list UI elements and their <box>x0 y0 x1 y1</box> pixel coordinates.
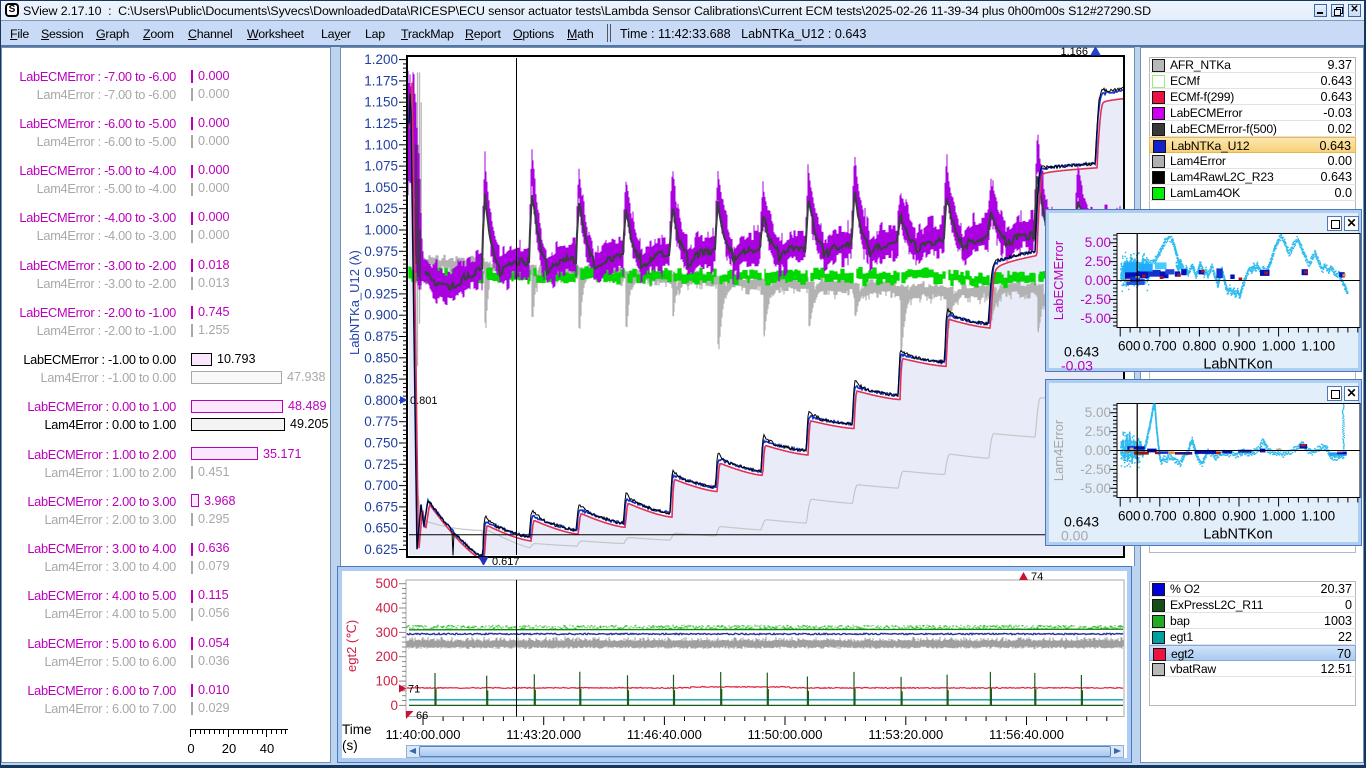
svg-text:0.00: 0.00 <box>1085 443 1111 458</box>
svg-text:0.875: 0.875 <box>364 329 398 344</box>
svg-text:-2.50: -2.50 <box>1080 292 1111 307</box>
svg-text:1.075: 1.075 <box>364 159 398 174</box>
svg-text:0.950: 0.950 <box>364 265 398 280</box>
svg-text:-2.50: -2.50 <box>1080 462 1111 477</box>
svg-text:0.801: 0.801 <box>410 395 438 407</box>
svg-text:1.000: 1.000 <box>364 223 398 238</box>
svg-text:0.650: 0.650 <box>364 521 398 536</box>
svg-text:71: 71 <box>408 684 420 696</box>
svg-text:1.000: 1.000 <box>1262 509 1296 524</box>
svg-text:11:43:20.000: 11:43:20.000 <box>506 727 581 742</box>
svg-text:1.025: 1.025 <box>364 201 398 216</box>
svg-text:5.00: 5.00 <box>1085 235 1111 250</box>
svg-text:-0.03: -0.03 <box>1061 358 1093 374</box>
svg-text:1.150: 1.150 <box>364 95 398 110</box>
svg-text:500: 500 <box>375 576 398 591</box>
svg-text:-5.00: -5.00 <box>1080 311 1111 326</box>
svg-text:0.975: 0.975 <box>364 244 398 259</box>
svg-text:0.617: 0.617 <box>492 556 520 565</box>
svg-text:0.925: 0.925 <box>364 286 398 301</box>
svg-text:LabECMError: LabECMError <box>1051 240 1066 320</box>
svg-text:200: 200 <box>375 649 398 664</box>
svg-text:LabNTKon: LabNTKon <box>1203 527 1272 543</box>
svg-text:0.700: 0.700 <box>364 478 398 493</box>
svg-text:0.900: 0.900 <box>364 308 398 323</box>
svg-text:0.00: 0.00 <box>1061 528 1088 544</box>
svg-text:66: 66 <box>416 710 428 722</box>
svg-text:11:50:00.000: 11:50:00.000 <box>748 727 823 742</box>
svg-text:74: 74 <box>1031 571 1043 583</box>
svg-text:0.800: 0.800 <box>364 393 398 408</box>
svg-text:11:53:20.000: 11:53:20.000 <box>868 727 943 742</box>
svg-text:0.775: 0.775 <box>364 414 398 429</box>
svg-text:0.800: 0.800 <box>1183 509 1217 524</box>
svg-text:0.800: 0.800 <box>1183 339 1217 354</box>
svg-text:1.125: 1.125 <box>364 116 398 131</box>
svg-text:-5.00: -5.00 <box>1080 481 1111 496</box>
svg-text:400: 400 <box>375 601 398 616</box>
svg-text:1.100: 1.100 <box>1301 509 1335 524</box>
svg-text:1.100: 1.100 <box>1301 339 1335 354</box>
svg-text:100: 100 <box>375 674 398 689</box>
svg-text:0.675: 0.675 <box>364 499 398 514</box>
svg-text:0.625: 0.625 <box>364 542 398 557</box>
svg-text:0.750: 0.750 <box>364 436 398 451</box>
svg-text:0.900: 0.900 <box>1222 339 1256 354</box>
svg-text:0.700: 0.700 <box>1143 339 1177 354</box>
svg-text:0: 0 <box>390 698 398 713</box>
svg-text:1.000: 1.000 <box>1262 339 1296 354</box>
svg-text:0.850: 0.850 <box>364 350 398 365</box>
svg-text:1.100: 1.100 <box>364 137 398 152</box>
svg-text:0.700: 0.700 <box>1143 509 1177 524</box>
svg-text:11:56:40.000: 11:56:40.000 <box>989 727 1064 742</box>
svg-text:1.166: 1.166 <box>1060 47 1088 58</box>
svg-text:11:46:40.000: 11:46:40.000 <box>627 727 702 742</box>
svg-text:600: 600 <box>1118 509 1141 524</box>
svg-text:2.50: 2.50 <box>1085 254 1111 269</box>
svg-text:1.050: 1.050 <box>364 180 398 195</box>
svg-text:1.175: 1.175 <box>364 73 398 88</box>
svg-text:LabNTKon: LabNTKon <box>1203 357 1272 373</box>
svg-text:1.200: 1.200 <box>364 52 398 67</box>
svg-text:0.825: 0.825 <box>364 372 398 387</box>
svg-text:2.50: 2.50 <box>1085 424 1111 439</box>
svg-text:0.900: 0.900 <box>1222 509 1256 524</box>
svg-text:0.00: 0.00 <box>1085 273 1111 288</box>
svg-text:600: 600 <box>1118 339 1141 354</box>
svg-text:300: 300 <box>375 625 398 640</box>
svg-text:11:40:00.000: 11:40:00.000 <box>386 727 461 742</box>
svg-text:5.00: 5.00 <box>1085 405 1111 420</box>
svg-text:0.725: 0.725 <box>364 457 398 472</box>
svg-text:Lam4Error: Lam4Error <box>1051 419 1066 481</box>
